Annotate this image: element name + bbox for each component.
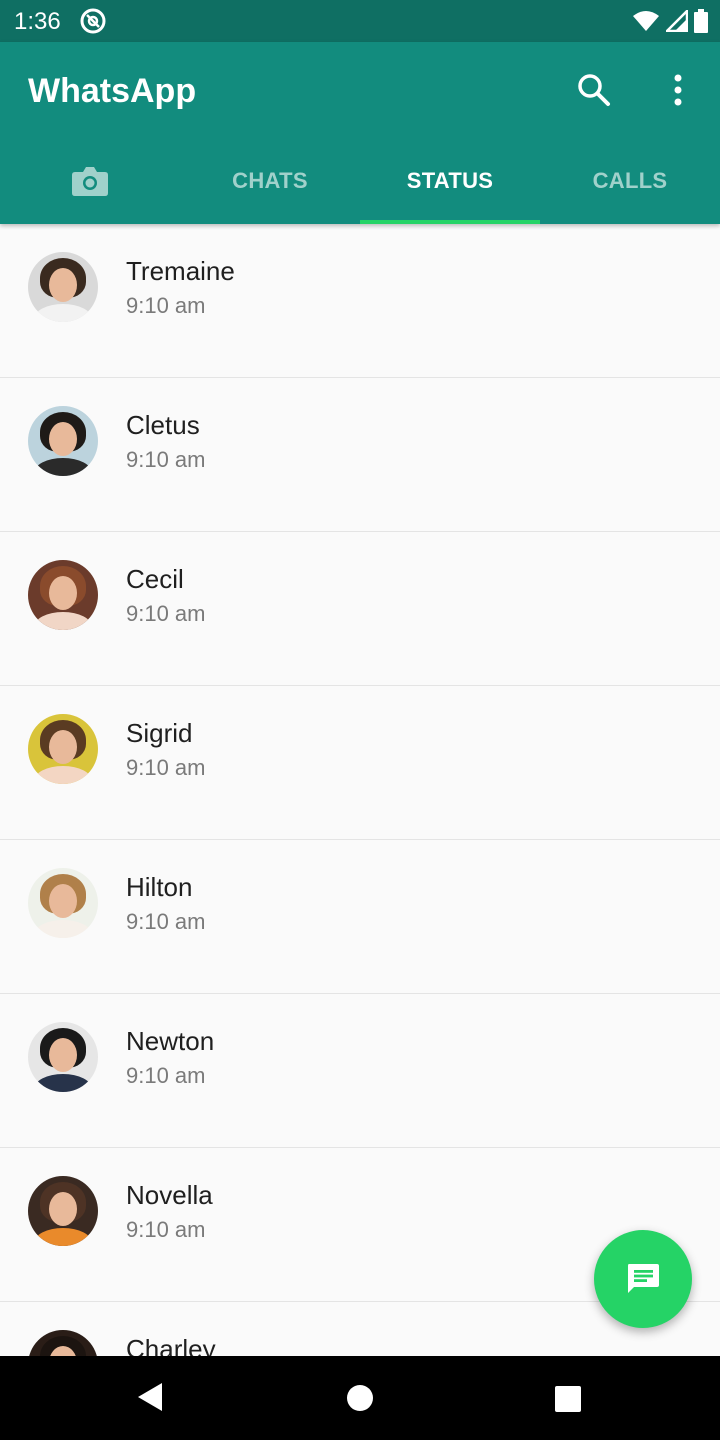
home-icon[interactable] [347, 1385, 373, 1411]
avatar[interactable] [28, 1176, 98, 1246]
contact-name: Hilton [126, 872, 193, 902]
avatar[interactable] [28, 406, 98, 476]
status-time-text: 9:10 am [126, 293, 206, 318]
avatar[interactable] [28, 1022, 98, 1092]
status-time-text: 9:10 am [126, 601, 206, 626]
list-item[interactable]: Hilton 9:10 am [0, 840, 720, 994]
list-item[interactable]: Sigrid 9:10 am [0, 686, 720, 840]
tab-bar: CHATS STATUS CALLS [0, 138, 720, 224]
contact-name: Newton [126, 1026, 215, 1056]
status-list: Tremaine 9:10 am Cletus 9:10 am Cecil 9:… [0, 224, 720, 1356]
signal-icon [666, 10, 688, 32]
status-time-text: 9:10 am [126, 755, 206, 780]
list-item[interactable]: Tremaine 9:10 am [0, 224, 720, 378]
status-time-text: 9:10 am [126, 1063, 206, 1088]
message-icon [628, 1264, 659, 1293]
avatar[interactable] [28, 868, 98, 938]
status-time-text: 9:10 am [126, 1217, 206, 1242]
avatar[interactable] [28, 1330, 98, 1356]
status-time: 1:36 [14, 8, 61, 35]
avatar[interactable] [28, 714, 98, 784]
new-chat-button[interactable] [594, 1230, 692, 1328]
app-bar: WhatsApp CHATS STATUS CALLS [0, 42, 720, 224]
contact-name: Charley [126, 1334, 216, 1356]
system-icons [632, 9, 708, 33]
avatar[interactable] [28, 252, 98, 322]
battery-icon [694, 9, 708, 33]
tab-status[interactable]: STATUS [360, 138, 540, 224]
app-title: WhatsApp [28, 72, 197, 110]
tab-camera[interactable] [0, 138, 180, 224]
more-vert-icon[interactable] [662, 70, 694, 110]
avatar[interactable] [28, 560, 98, 630]
camera-icon [72, 167, 108, 196]
search-icon[interactable] [574, 70, 614, 110]
tab-chats[interactable]: CHATS [180, 138, 360, 224]
back-icon[interactable] [136, 1382, 164, 1412]
contact-name: Sigrid [126, 718, 193, 748]
list-item[interactable]: Newton 9:10 am [0, 994, 720, 1148]
recents-icon[interactable] [555, 1386, 581, 1412]
list-item[interactable]: Cecil 9:10 am [0, 532, 720, 686]
list-item[interactable]: Cletus 9:10 am [0, 378, 720, 532]
wifi-icon [633, 11, 659, 31]
navigation-bar [0, 1356, 720, 1440]
tab-calls[interactable]: CALLS [540, 138, 720, 224]
contact-name: Cecil [126, 564, 184, 594]
at-sign-icon [80, 8, 106, 34]
status-time-text: 9:10 am [126, 447, 206, 472]
contact-name: Novella [126, 1180, 213, 1210]
contact-name: Tremaine [126, 256, 235, 286]
contact-name: Cletus [126, 410, 200, 440]
status-bar: 1:36 [0, 0, 720, 42]
status-time-text: 9:10 am [126, 909, 206, 934]
